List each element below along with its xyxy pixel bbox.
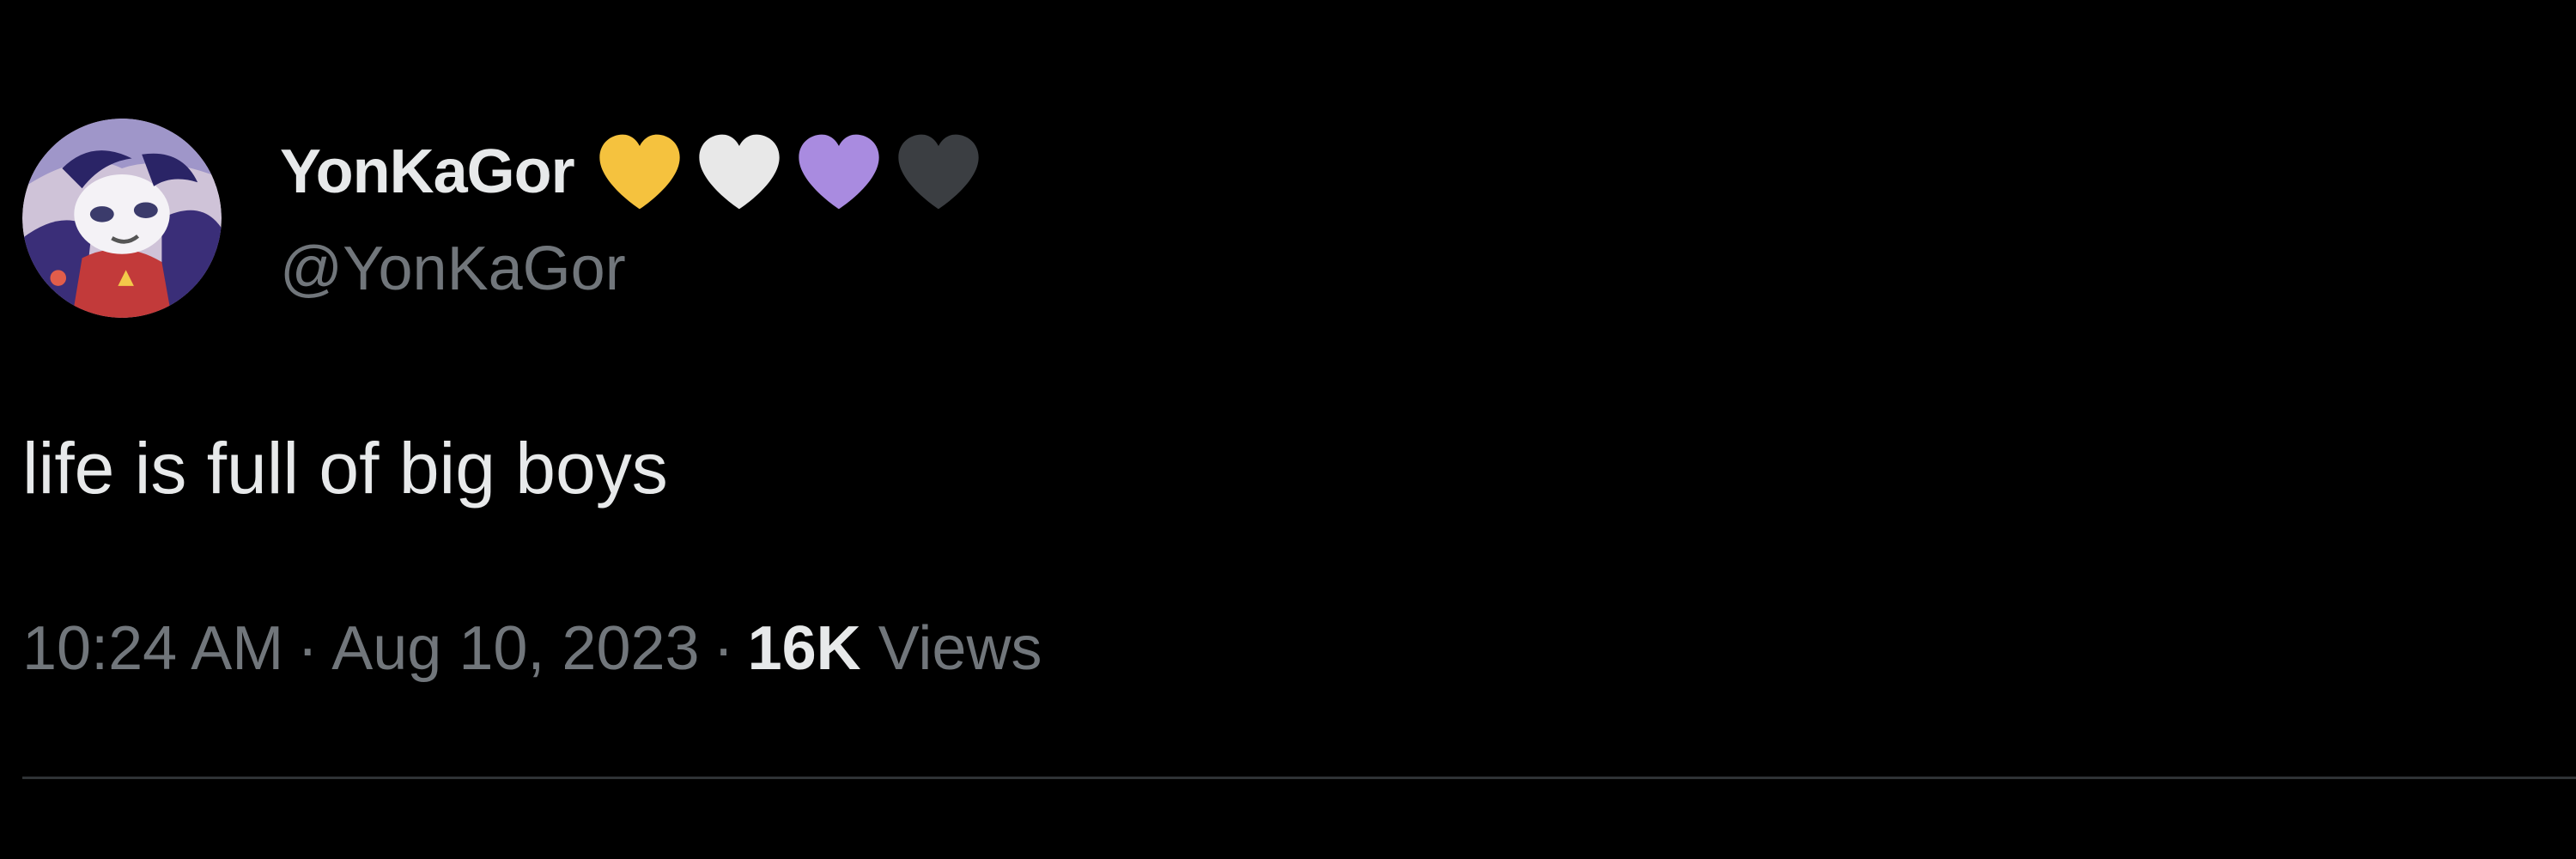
meta-separator: · [297,614,319,683]
tweet-date[interactable]: Aug 10, 2023 [331,614,699,683]
tweet: YonKaGor @YonKaGor life is full of big b… [0,0,2576,859]
avatar[interactable] [22,119,222,318]
avatar-image [22,119,222,318]
name-hearts [593,129,985,215]
display-name-row: YonKaGor [280,129,985,215]
tweet-meta: 10:24 AM · Aug 10, 2023 · 16K Views [22,610,1042,687]
tweet-time[interactable]: 10:24 AM [22,614,283,683]
views-label: Views [878,614,1042,683]
white-heart-icon [699,134,780,210]
views-count[interactable]: 16K [748,614,861,683]
tweet-text: life is full of big boys [22,428,668,509]
display-name[interactable]: YonKaGor [280,137,575,207]
yellow-heart-icon [599,134,680,210]
divider [22,777,2576,779]
meta-separator: · [713,614,734,683]
user-handle[interactable]: @YonKaGor [280,230,626,308]
purple-heart-icon [799,134,879,210]
black-heart-icon [898,134,979,210]
